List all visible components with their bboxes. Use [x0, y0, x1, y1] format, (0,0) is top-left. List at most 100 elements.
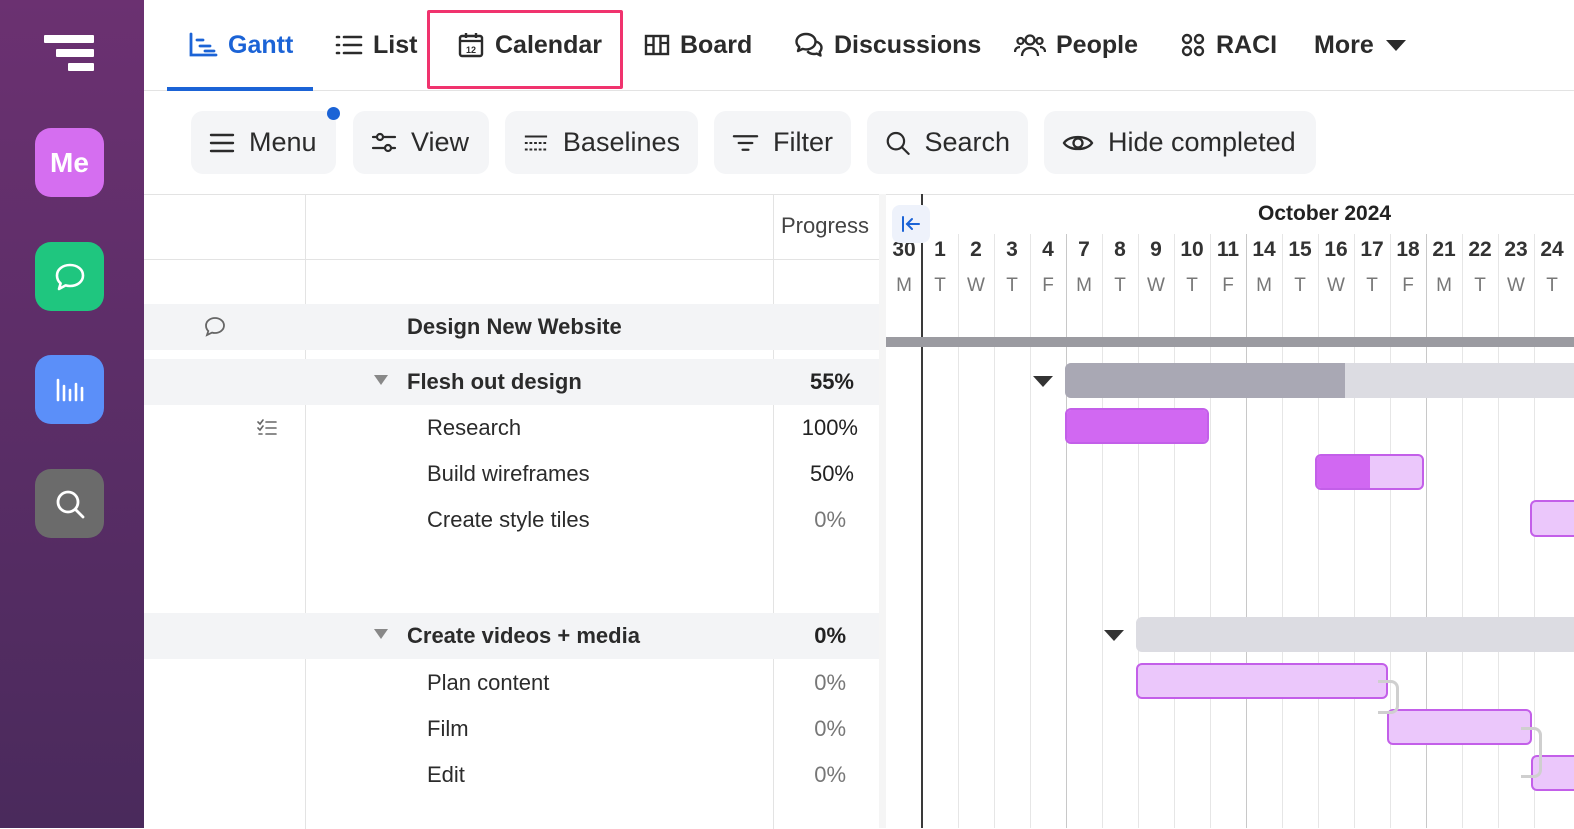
task-name: Create style tiles: [427, 507, 590, 532]
caret-down-icon: [1385, 40, 1406, 51]
day-of-week: W: [1507, 275, 1525, 296]
group-name: Create videos + media: [407, 623, 640, 648]
task-progress: 0%: [814, 670, 846, 695]
day-of-week: T: [1546, 275, 1558, 296]
chat-button[interactable]: [35, 242, 104, 311]
task-row[interactable]: Create style tiles 0%: [144, 497, 879, 543]
task-name: Edit: [427, 762, 465, 787]
task-bar[interactable]: [1387, 709, 1532, 745]
discussions-icon: [795, 32, 823, 57]
global-search-button[interactable]: [35, 469, 104, 538]
day-gridline: [1174, 234, 1175, 828]
day-gridline: [958, 234, 959, 828]
day-gridline: [1102, 234, 1103, 828]
tab-raci[interactable]: RACI: [1180, 0, 1277, 90]
tab-list[interactable]: List: [335, 0, 417, 90]
day-number: 18: [1396, 238, 1420, 261]
group-collapse-caret-icon[interactable]: [1104, 630, 1124, 641]
day-of-week: F: [1042, 275, 1054, 296]
bar-progress-fill: [1065, 363, 1345, 398]
day-gridline: [1246, 234, 1247, 828]
task-progress: 0%: [814, 762, 846, 787]
task-progress: 100%: [801, 415, 858, 440]
gantt-icon: [189, 32, 218, 57]
tab-people-label: People: [1056, 30, 1138, 59]
tab-discussions[interactable]: Discussions: [794, 0, 981, 90]
task-progress: 50%: [809, 461, 854, 486]
summary-bar[interactable]: [1136, 617, 1574, 652]
day-of-week: M: [1076, 275, 1092, 296]
day-gridline: [1318, 234, 1319, 828]
checklist-icon[interactable]: [257, 418, 277, 438]
day-of-week: W: [1327, 275, 1345, 296]
project-summary-bar[interactable]: [886, 337, 1574, 347]
project-name: Design New Website: [407, 314, 622, 339]
menu-button[interactable]: Menu: [191, 111, 336, 174]
task-row[interactable]: Edit 0%: [144, 752, 879, 798]
search-button-label: Search: [924, 127, 1010, 157]
me-button[interactable]: Me: [35, 128, 104, 197]
group-collapse-caret-icon[interactable]: [1033, 376, 1053, 387]
task-bar[interactable]: [1315, 454, 1424, 490]
hide-completed-button-label: Hide completed: [1108, 127, 1296, 157]
task-bar[interactable]: [1530, 500, 1574, 537]
day-of-week: T: [1294, 275, 1306, 296]
day-gridline: [1030, 234, 1031, 828]
app-logo[interactable]: [44, 35, 96, 71]
day-gridline: [1210, 234, 1211, 828]
day-number: 9: [1150, 238, 1162, 261]
day-of-week: M: [1436, 275, 1452, 296]
dependency-link[interactable]: [1378, 680, 1399, 714]
day-of-week: W: [967, 275, 985, 296]
view-button[interactable]: View: [353, 111, 489, 174]
group-row[interactable]: Create videos + media 0%: [144, 613, 879, 659]
day-number: 2: [970, 238, 982, 261]
filter-button[interactable]: Filter: [714, 111, 851, 174]
day-number: 3: [1006, 238, 1018, 261]
collapse-caret-icon[interactable]: [374, 629, 388, 639]
task-bar[interactable]: [1136, 663, 1388, 699]
tab-list-label: List: [373, 30, 418, 59]
comment-icon[interactable]: [204, 316, 226, 338]
day-number: 10: [1180, 238, 1204, 261]
month-label: October 2024: [1258, 202, 1392, 225]
dependency-link[interactable]: [1521, 727, 1542, 778]
hide-completed-button[interactable]: Hide completed: [1044, 111, 1316, 174]
day-gridline: [1066, 234, 1067, 828]
baselines-button[interactable]: Baselines: [505, 111, 698, 174]
day-of-week: T: [934, 275, 946, 296]
tab-gantt[interactable]: Gantt: [188, 0, 293, 90]
today-marker: [921, 194, 923, 828]
project-row[interactable]: Design New Website: [144, 304, 879, 350]
tab-people[interactable]: People: [1014, 0, 1138, 90]
panel-resize-handle[interactable]: [879, 194, 886, 828]
bar-chart-icon: [56, 378, 83, 401]
progress-column-header[interactable]: Progress: [781, 213, 869, 239]
task-row[interactable]: Research 100%: [144, 405, 879, 451]
summary-bar[interactable]: [1065, 363, 1574, 398]
task-bar[interactable]: [1065, 408, 1209, 444]
collapse-grid-button[interactable]: [892, 205, 930, 243]
group-progress: 0%: [814, 623, 846, 648]
tab-board[interactable]: Board: [644, 0, 752, 90]
task-row[interactable]: Film 0%: [144, 706, 879, 752]
day-of-week: W: [1147, 275, 1165, 296]
day-of-week: T: [1186, 275, 1198, 296]
day-of-week: M: [1256, 275, 1272, 296]
task-row[interactable]: Build wireframes 50%: [144, 451, 879, 497]
reports-button[interactable]: [35, 355, 104, 424]
tab-more[interactable]: More: [1314, 0, 1408, 90]
collapse-caret-icon[interactable]: [374, 375, 388, 385]
day-number: 15: [1288, 238, 1312, 261]
group-name: Flesh out design: [407, 369, 582, 394]
task-row[interactable]: Plan content 0%: [144, 660, 879, 706]
day-number: 7: [1078, 238, 1090, 261]
search-icon: [886, 131, 910, 155]
raci-icon: [1181, 33, 1205, 57]
tab-raci-label: RACI: [1216, 30, 1278, 59]
day-of-week: T: [1114, 275, 1126, 296]
group-row[interactable]: Flesh out design 55%: [144, 359, 879, 405]
day-number: 16: [1324, 238, 1348, 261]
search-button[interactable]: Search: [867, 111, 1028, 174]
day-of-week: M: [896, 275, 912, 296]
